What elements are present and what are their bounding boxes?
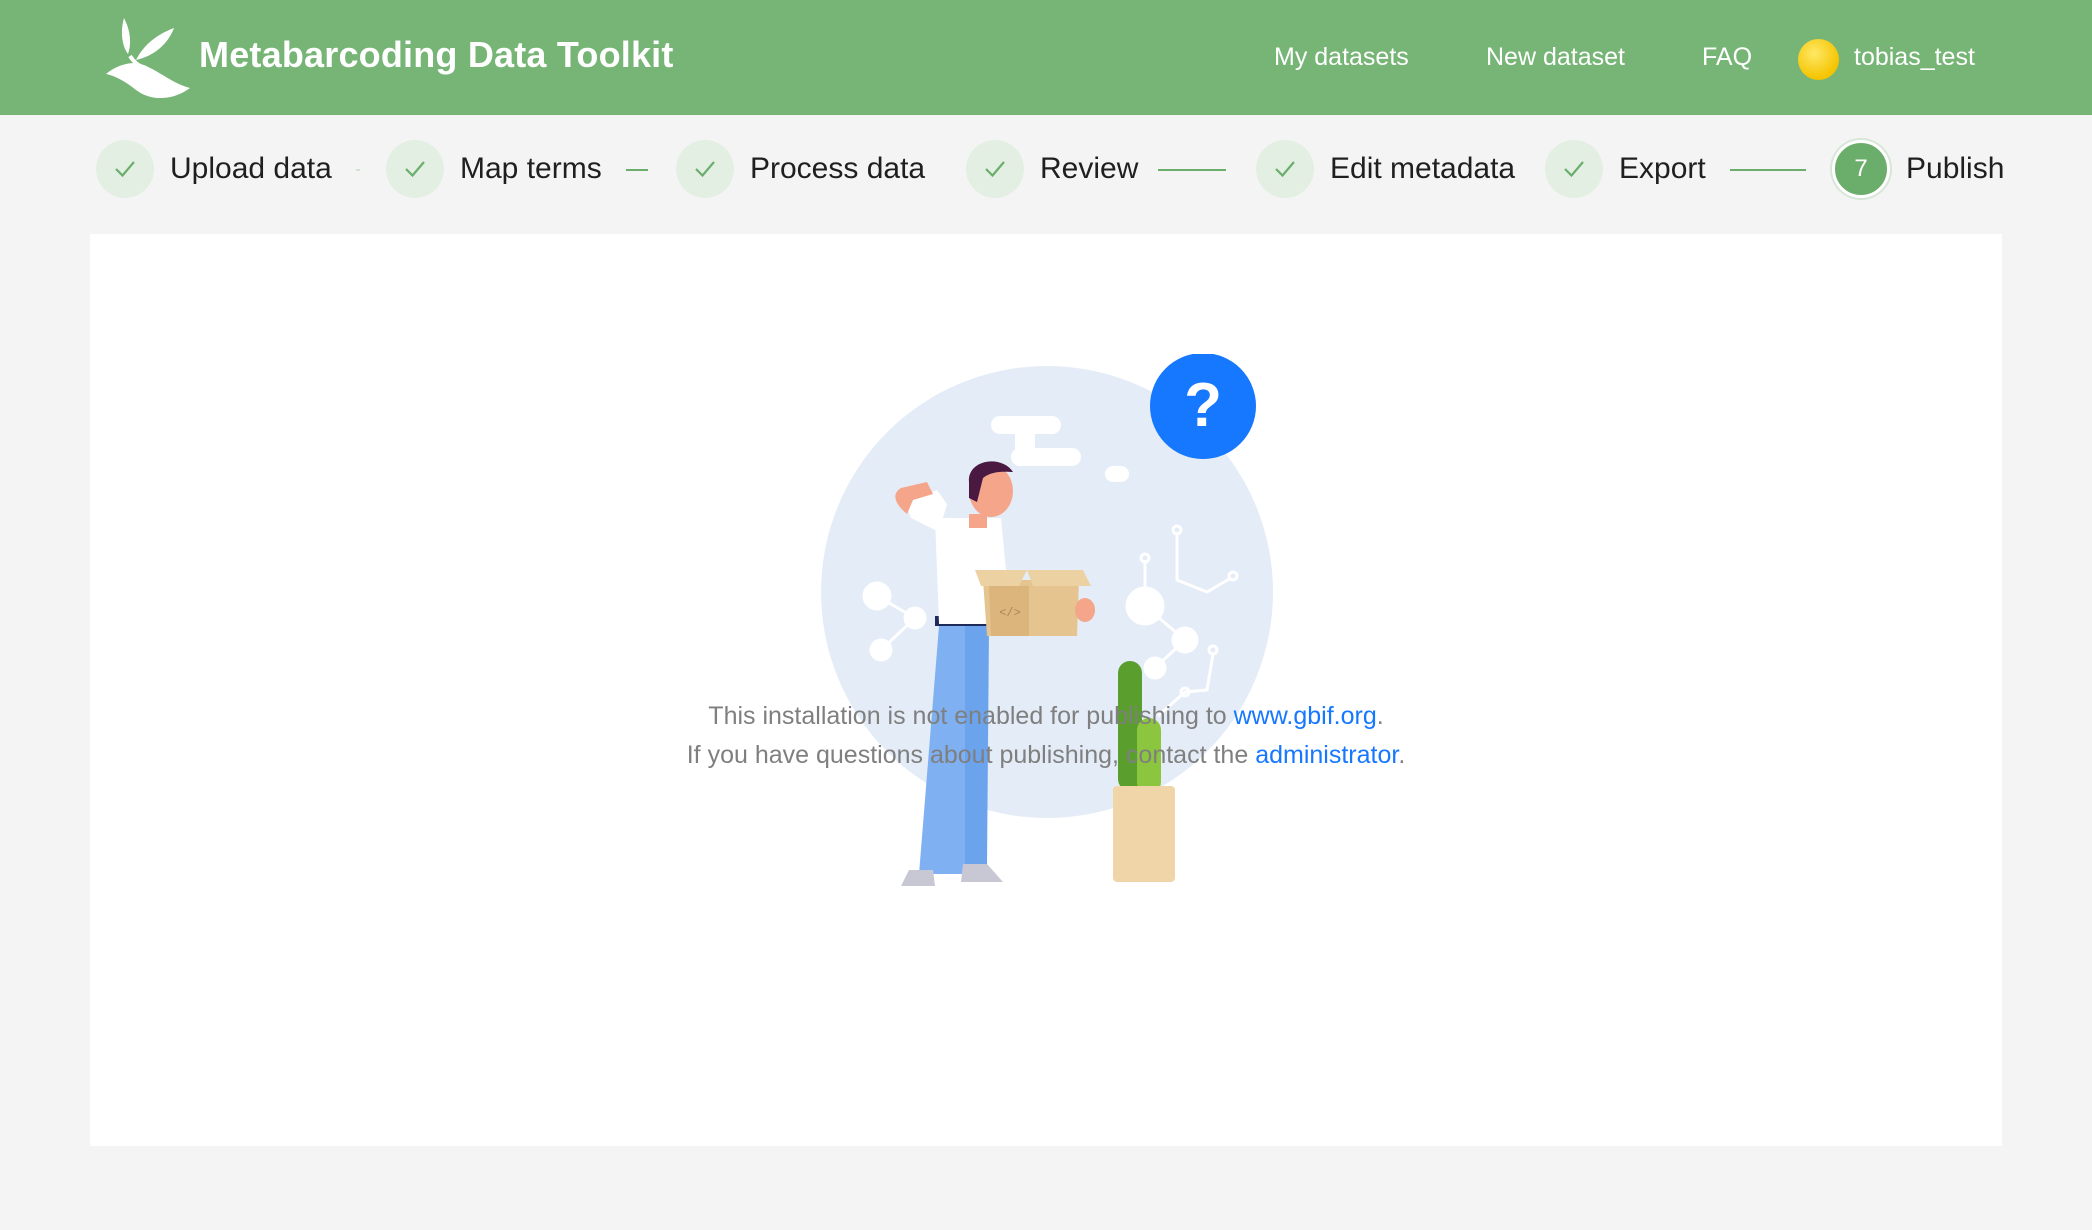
step-check-icon <box>386 140 444 198</box>
leaf-logo-icon[interactable] <box>100 14 196 102</box>
user-name[interactable]: tobias_test <box>1854 43 1975 72</box>
step-connector <box>356 169 360 171</box>
progress-steps: Upload data Map terms Process data Revie… <box>0 115 2092 230</box>
step-publish[interactable]: 7 Publish <box>1832 139 2004 199</box>
step-label: Map terms <box>460 152 602 185</box>
contact-message: If you have questions about publishing, … <box>90 741 2002 770</box>
gbif-link[interactable]: www.gbif.org <box>1234 702 1377 730</box>
step-check-icon <box>1256 140 1314 198</box>
step-label: Review <box>1040 152 1139 185</box>
message-period: . <box>1398 741 1406 769</box>
app-title[interactable]: Metabarcoding Data Toolkit <box>199 34 674 76</box>
main-panel: ? </> This installation is not enabled f… <box>90 234 2002 1146</box>
step-export[interactable]: Export <box>1545 139 1706 199</box>
step-review[interactable]: Review <box>966 139 1138 199</box>
confused-person-illustration: ? </> <box>821 354 1273 886</box>
step-label: Upload data <box>170 152 332 185</box>
step-connector <box>626 169 648 171</box>
message-text: This installation is not enabled for pub… <box>708 702 1234 730</box>
step-upload-data[interactable]: Upload data <box>96 139 332 199</box>
step-check-icon <box>966 140 1024 198</box>
svg-text:</>: </> <box>999 606 1021 620</box>
step-label: Export <box>1619 152 1706 185</box>
message-text: If you have questions about publishing, … <box>686 741 1256 769</box>
administrator-link[interactable]: administrator <box>1255 741 1398 769</box>
nav-my-datasets[interactable]: My datasets <box>1274 43 1409 72</box>
step-check-icon <box>676 140 734 198</box>
step-check-icon <box>1545 140 1603 198</box>
top-header: Metabarcoding Data Toolkit My datasets N… <box>0 0 2092 115</box>
publish-disabled-message: This installation is not enabled for pub… <box>90 702 2002 731</box>
step-check-icon <box>96 140 154 198</box>
user-avatar[interactable] <box>1798 39 1839 80</box>
step-number-badge: 7 <box>1832 140 1890 198</box>
step-process-data[interactable]: Process data <box>676 139 925 199</box>
step-label: Process data <box>750 152 926 185</box>
step-edit-metadata[interactable]: Edit metadata <box>1256 139 1515 199</box>
step-label: Publish <box>1906 152 2005 185</box>
step-label: Edit metadata <box>1330 152 1516 185</box>
step-connector <box>1730 169 1806 171</box>
nav-faq[interactable]: FAQ <box>1702 43 1752 72</box>
message-period: . <box>1376 702 1384 730</box>
question-mark-icon: ? <box>1184 371 1222 440</box>
step-map-terms[interactable]: Map terms <box>386 139 602 199</box>
nav-new-dataset[interactable]: New dataset <box>1486 43 1625 72</box>
step-connector <box>1158 169 1226 171</box>
